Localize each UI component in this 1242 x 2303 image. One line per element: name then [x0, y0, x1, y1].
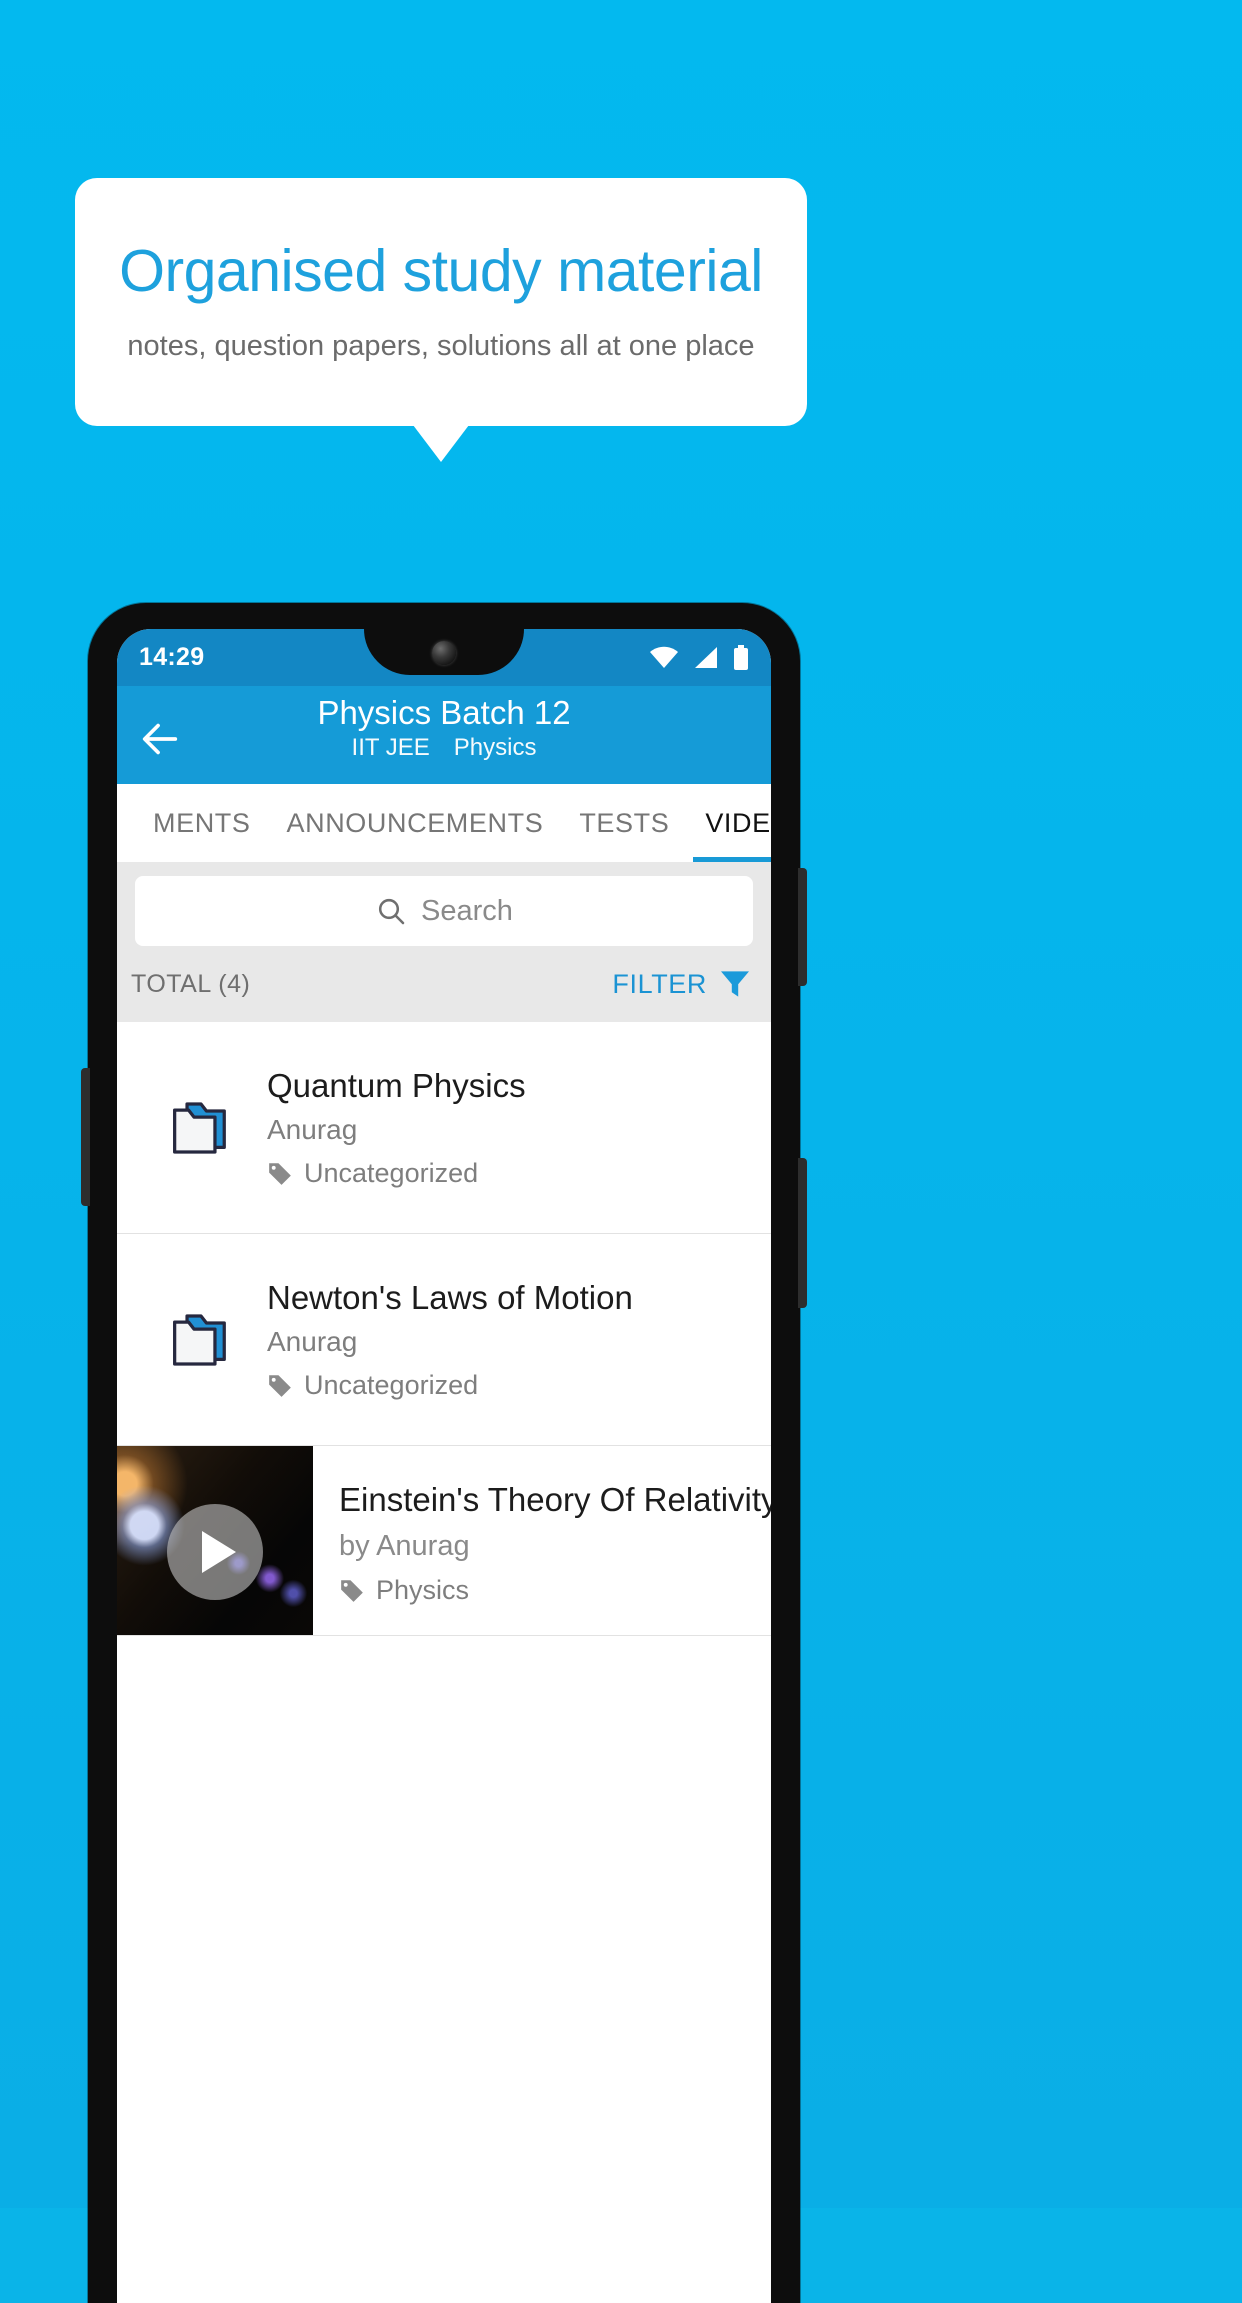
play-icon[interactable]	[167, 1503, 263, 1600]
search-icon	[378, 898, 405, 925]
promo-card: Organised study material notes, question…	[75, 178, 807, 426]
app-bar-titles: Physics Batch 12 IIT JEE Physics	[183, 694, 751, 762]
list-item-tag-label: Uncategorized	[304, 1369, 479, 1400]
list-item-title: Newton's Laws of Motion	[267, 1279, 633, 1317]
search-placeholder: Search	[421, 894, 513, 927]
page-title: Physics Batch 12	[317, 694, 571, 731]
status-bar: 14:29	[117, 629, 771, 686]
total-count-label: TOTAL (4)	[131, 969, 251, 998]
list-item-author: Anurag	[267, 1113, 358, 1145]
filter-funnel-icon	[721, 971, 749, 997]
list-item[interactable]: Quantum Physics Anurag Uncategorized	[117, 1022, 771, 1234]
tag-icon	[269, 1375, 291, 1398]
phone-mockup: 14:29 Physics Batch 12 IIT JEE Physics M…	[81, 603, 807, 2303]
phone-left-button[interactable]	[81, 1068, 90, 1206]
list-item-tag: Uncategorized	[267, 1370, 737, 1401]
list-item[interactable]: Newton's Laws of Motion Anurag Uncategor…	[117, 1234, 771, 1446]
phone-volume-button[interactable]	[798, 868, 807, 986]
content-list: Quantum Physics Anurag Uncategorized New…	[117, 1022, 771, 1636]
list-item-tag: Uncategorized	[267, 1158, 737, 1189]
tab-announcements[interactable]: ANNOUNCEMENTS	[269, 784, 562, 862]
folder-icon	[173, 1101, 226, 1154]
tab-label: TESTS	[579, 807, 670, 838]
tab-bar: MENTS ANNOUNCEMENTS TESTS VIDEOS	[117, 784, 771, 862]
list-item-icon	[135, 1311, 267, 1369]
tab-label: MENTS	[153, 807, 251, 838]
signal-icon	[695, 646, 717, 668]
list-item-body: Quantum Physics Anurag Uncategorized	[267, 1066, 753, 1189]
list-item-title: Einstein's Theory Of Relativity	[339, 1481, 771, 1518]
list-item-tag-label: Physics	[376, 1574, 470, 1605]
filter-label: FILTER	[612, 968, 707, 999]
filter-button[interactable]: FILTER	[612, 969, 751, 1000]
search-zone: Search	[117, 862, 771, 946]
battery-icon	[734, 644, 748, 670]
subtitle-exam: IIT JEE	[351, 733, 430, 761]
play-triangle	[202, 1530, 236, 1573]
tab-tests[interactable]: TESTS	[561, 784, 687, 862]
promo-title: Organised study material	[119, 238, 763, 305]
wifi-icon	[650, 646, 678, 668]
list-item-body: Newton's Laws of Motion Anurag Uncategor…	[267, 1278, 753, 1401]
app-bar-subtitle: IIT JEE Physics	[352, 734, 537, 762]
list-item-tag: Physics	[339, 1575, 771, 1606]
list-item-icon	[135, 1099, 267, 1157]
tab-label: VIDEOS	[705, 807, 771, 838]
phone-screen: 14:29 Physics Batch 12 IIT JEE Physics M…	[117, 629, 771, 2303]
phone-notch	[364, 629, 524, 675]
list-item-tag-label: Uncategorized	[304, 1157, 479, 1188]
app-bar: Physics Batch 12 IIT JEE Physics	[117, 686, 771, 784]
promo-card-tail	[413, 425, 469, 462]
tab-assignments[interactable]: MENTS	[135, 784, 269, 862]
tab-label: ANNOUNCEMENTS	[286, 807, 544, 838]
front-camera-icon	[432, 641, 456, 665]
status-icons	[649, 644, 749, 671]
list-item-title: Quantum Physics	[267, 1067, 526, 1105]
promo-subtitle: notes, question papers, solutions all at…	[127, 329, 755, 362]
folder-icon	[173, 1313, 226, 1366]
list-item-author: by Anurag	[339, 1529, 470, 1562]
phone-power-button[interactable]	[798, 1158, 807, 1308]
list-item-author: Anurag	[267, 1325, 358, 1357]
video-thumbnail[interactable]	[117, 1446, 313, 1635]
tag-icon	[269, 1163, 291, 1186]
tag-icon	[341, 1580, 363, 1603]
status-time: 14:29	[139, 643, 205, 671]
list-item-body: Einstein's Theory Of Relativity by Anura…	[313, 1446, 771, 1635]
subtitle-subject: Physics	[453, 733, 537, 761]
search-input[interactable]: Search	[135, 876, 753, 946]
list-item[interactable]: Einstein's Theory Of Relativity by Anura…	[117, 1446, 771, 1636]
tab-videos[interactable]: VIDEOS	[687, 784, 771, 862]
meta-row: TOTAL (4) FILTER	[117, 946, 771, 1022]
back-arrow-icon[interactable]	[137, 716, 183, 762]
